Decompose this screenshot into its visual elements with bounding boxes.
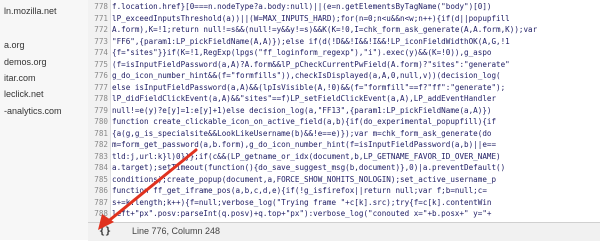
code-line: 779 null!=e(y)?e[y]=1:e[y]+1)else decisio…	[88, 106, 600, 116]
code-text: lP_didFieldClickEvent(a,A)&&"sites"==f)L…	[112, 94, 497, 103]
source-domain-item[interactable]: itar.com	[4, 73, 36, 83]
code-line: 785 conditions);create_popup(document,a,F…	[88, 175, 600, 185]
code-line: 786 function ff_get_iframe_pos(a,b,c,d,e)…	[88, 186, 600, 196]
code-line: 775 (f=isInputFieldPassword(a,A)?A.form&&…	[88, 60, 600, 70]
sources-pane: ln.mozilla.net a.org demos.org itar.com …	[0, 0, 89, 240]
code-text: s+=k.length;k++){f=null;verbose_log("Try…	[112, 197, 492, 207]
code-line: 771 lP_exceedInputsThreshold(a))||(W=MAX_…	[88, 14, 600, 24]
code-line: 787 s+=k.length;k++){f=null;verbose_log("…	[88, 198, 600, 208]
code-line: 776 g_do_icon_number_hint&&(f="formfills"…	[88, 71, 600, 81]
code-text: else isInputFieldPassword(a,A)&&(lpIsVis…	[112, 82, 506, 92]
code-text: (f=isInputFieldPassword(a,A)?A.form&&lP_…	[112, 59, 510, 69]
line-number: 774	[94, 48, 108, 57]
code-line: 788 left+"px".posv:parseInt(q.posv)+q.top…	[88, 209, 600, 219]
code-text: null!=e(y)?e[y]=1:e[y]+1)else decision_l…	[112, 105, 492, 115]
line-number: 771	[94, 13, 108, 23]
code-text: function ff_get_iframe_pos(a,b,c,d,e){if…	[112, 186, 487, 195]
cursor-position: Line 776, Column 248	[132, 226, 221, 236]
code-text: {f="sites"}}if(K=!1,RegExp(lpgs("ff_logi…	[112, 48, 492, 57]
code-text: conditions);create_popup(document,a,FORC…	[112, 174, 497, 184]
line-number: 773	[94, 36, 108, 46]
code-text: f.location.href}[0===n.nodeType?a.body:n…	[112, 2, 492, 11]
line-number: 782	[94, 140, 108, 149]
code-line: 784 a.target);setTimeout(function(){do_sa…	[88, 163, 600, 173]
line-number: 777	[94, 82, 108, 92]
code-line: 774 {f="sites"}}if(K=!1,RegExp(lpgs("ff_l…	[88, 48, 600, 58]
code-text: tld:j,url:k}l)0}}};if(c&&(LP_getname_or_…	[112, 151, 501, 161]
code-text: {a(g,g_is_specialsite&&LookLikeUsername(…	[112, 128, 492, 138]
code-line: 778 f.location.href}[0===n.nodeType?a.bod…	[88, 2, 600, 12]
line-number: 784	[94, 163, 108, 172]
code-line: 780 function create_clickable_icon_on_act…	[88, 117, 600, 127]
source-domain-item[interactable]: demos.org	[4, 57, 47, 67]
code-text: a.target);setTimeout(function(){do_save_…	[112, 163, 506, 172]
status-bar: {} Line 776, Column 248	[88, 222, 600, 241]
code-line: 777 else isInputFieldPassword(a,A)&&(lpIs…	[88, 83, 600, 93]
line-number: 778	[94, 94, 108, 103]
line-number: 788	[94, 209, 108, 218]
line-number: 779	[94, 105, 108, 115]
line-number: 786	[94, 186, 108, 195]
line-number: 776	[94, 71, 108, 80]
code-line: 772 A.form),K=!1;return null!=s&&(null!=y…	[88, 25, 600, 35]
code-line: 783 tld:j,url:k}l)0}}};if(c&&(LP_getname_…	[88, 152, 600, 162]
source-domain-item[interactable]: a.org	[4, 40, 25, 50]
code-text: left+"px".posv:parseInt(q.posv)+q.top+"p…	[112, 209, 492, 218]
code-line: 782 m=form_get_password(a,b.form),g_do_ic…	[88, 140, 600, 150]
line-number: 787	[94, 197, 108, 207]
code-line: 778 lP_didFieldClickEvent(a,A)&&"sites"==…	[88, 94, 600, 104]
code-text: lP_exceedInputsThreshold(a))||(W=MAX_INP…	[112, 13, 510, 23]
line-number: 783	[94, 151, 108, 161]
source-domain-item[interactable]: leclick.net	[4, 89, 44, 99]
code-text: m=form_get_password(a,b.form),g_do_icon_…	[112, 140, 497, 149]
line-number: 785	[94, 174, 108, 184]
code-text: function create_clickable_icon_on_active…	[112, 117, 497, 126]
line-number: 772	[94, 25, 108, 34]
source-domain-item[interactable]: ln.mozilla.net	[4, 6, 57, 16]
line-number: 781	[94, 128, 108, 138]
line-number: 775	[94, 59, 108, 69]
line-number: 778	[94, 2, 108, 11]
code-line: 773 "FF6",{param1:LP_pickFieldName(A,A)})…	[88, 37, 600, 47]
code-text: A.form),K=!1;return null!=s&&(null!=y&&y…	[112, 25, 538, 34]
code-editor[interactable]: 778 f.location.href}[0===n.nodeType?a.bod…	[88, 0, 600, 222]
code-line: 781 {a(g,g_is_specialsite&&LookLikeUserna…	[88, 129, 600, 139]
line-number: 780	[94, 117, 108, 126]
source-domain-item[interactable]: -analytics.com	[4, 106, 62, 116]
code-text: g_do_icon_number_hint&&(f="formfills")),…	[112, 71, 501, 80]
code-text: "FF6",{param1:LP_pickFieldName(A,A)});el…	[112, 36, 510, 46]
pretty-print-button[interactable]: {}	[96, 225, 114, 239]
